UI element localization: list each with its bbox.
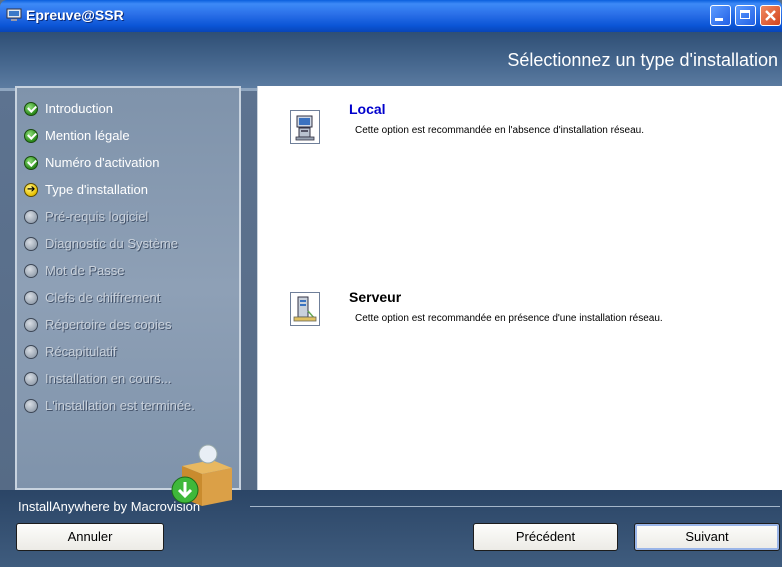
arrow-right-icon: ➔	[24, 183, 38, 197]
minimize-button[interactable]	[710, 5, 731, 26]
app-icon	[6, 8, 22, 21]
title-bar[interactable]: Epreuve@SSR	[0, 0, 782, 32]
pending-icon	[24, 237, 38, 251]
maximize-button[interactable]	[735, 5, 756, 26]
checkmark-icon	[24, 156, 38, 170]
server-icon[interactable]	[290, 292, 320, 326]
option-serveur-title[interactable]: Serveur	[349, 289, 401, 305]
option-serveur-description: Cette option est recommandée en présence…	[355, 313, 663, 324]
option-local-title[interactable]: Local	[349, 101, 386, 117]
cancel-button[interactable]: Annuler	[16, 523, 164, 551]
pending-icon	[24, 318, 38, 332]
page-header: Sélectionnez un type d'installation	[0, 32, 782, 88]
computer-icon[interactable]	[290, 110, 320, 144]
steps-panel: Introduction Mention légale Numéro d'act…	[15, 86, 241, 490]
previous-button[interactable]: Précédent	[473, 523, 618, 551]
page-title: Sélectionnez un type d'installation	[507, 50, 778, 70]
pending-icon	[24, 345, 38, 359]
checkmark-icon	[24, 102, 38, 116]
next-button[interactable]: Suivant	[634, 523, 780, 551]
close-button[interactable]	[760, 5, 781, 26]
pending-icon	[24, 372, 38, 386]
window-title: Epreuve@SSR	[26, 7, 124, 23]
option-local-description: Cette option est recommandée en l'absenc…	[355, 125, 644, 136]
pending-icon	[24, 264, 38, 278]
content-panel: Local Cette option est recommandée en l'…	[257, 86, 782, 490]
pending-icon	[24, 399, 38, 413]
package-box-icon	[171, 444, 232, 506]
pending-icon	[24, 291, 38, 305]
close-icon	[765, 10, 776, 21]
installer-window: Epreuve@SSR Sélectionnez un type d'insta…	[0, 0, 782, 567]
brand-divider	[250, 506, 780, 507]
checkmark-icon	[24, 129, 38, 143]
pending-icon	[24, 210, 38, 224]
